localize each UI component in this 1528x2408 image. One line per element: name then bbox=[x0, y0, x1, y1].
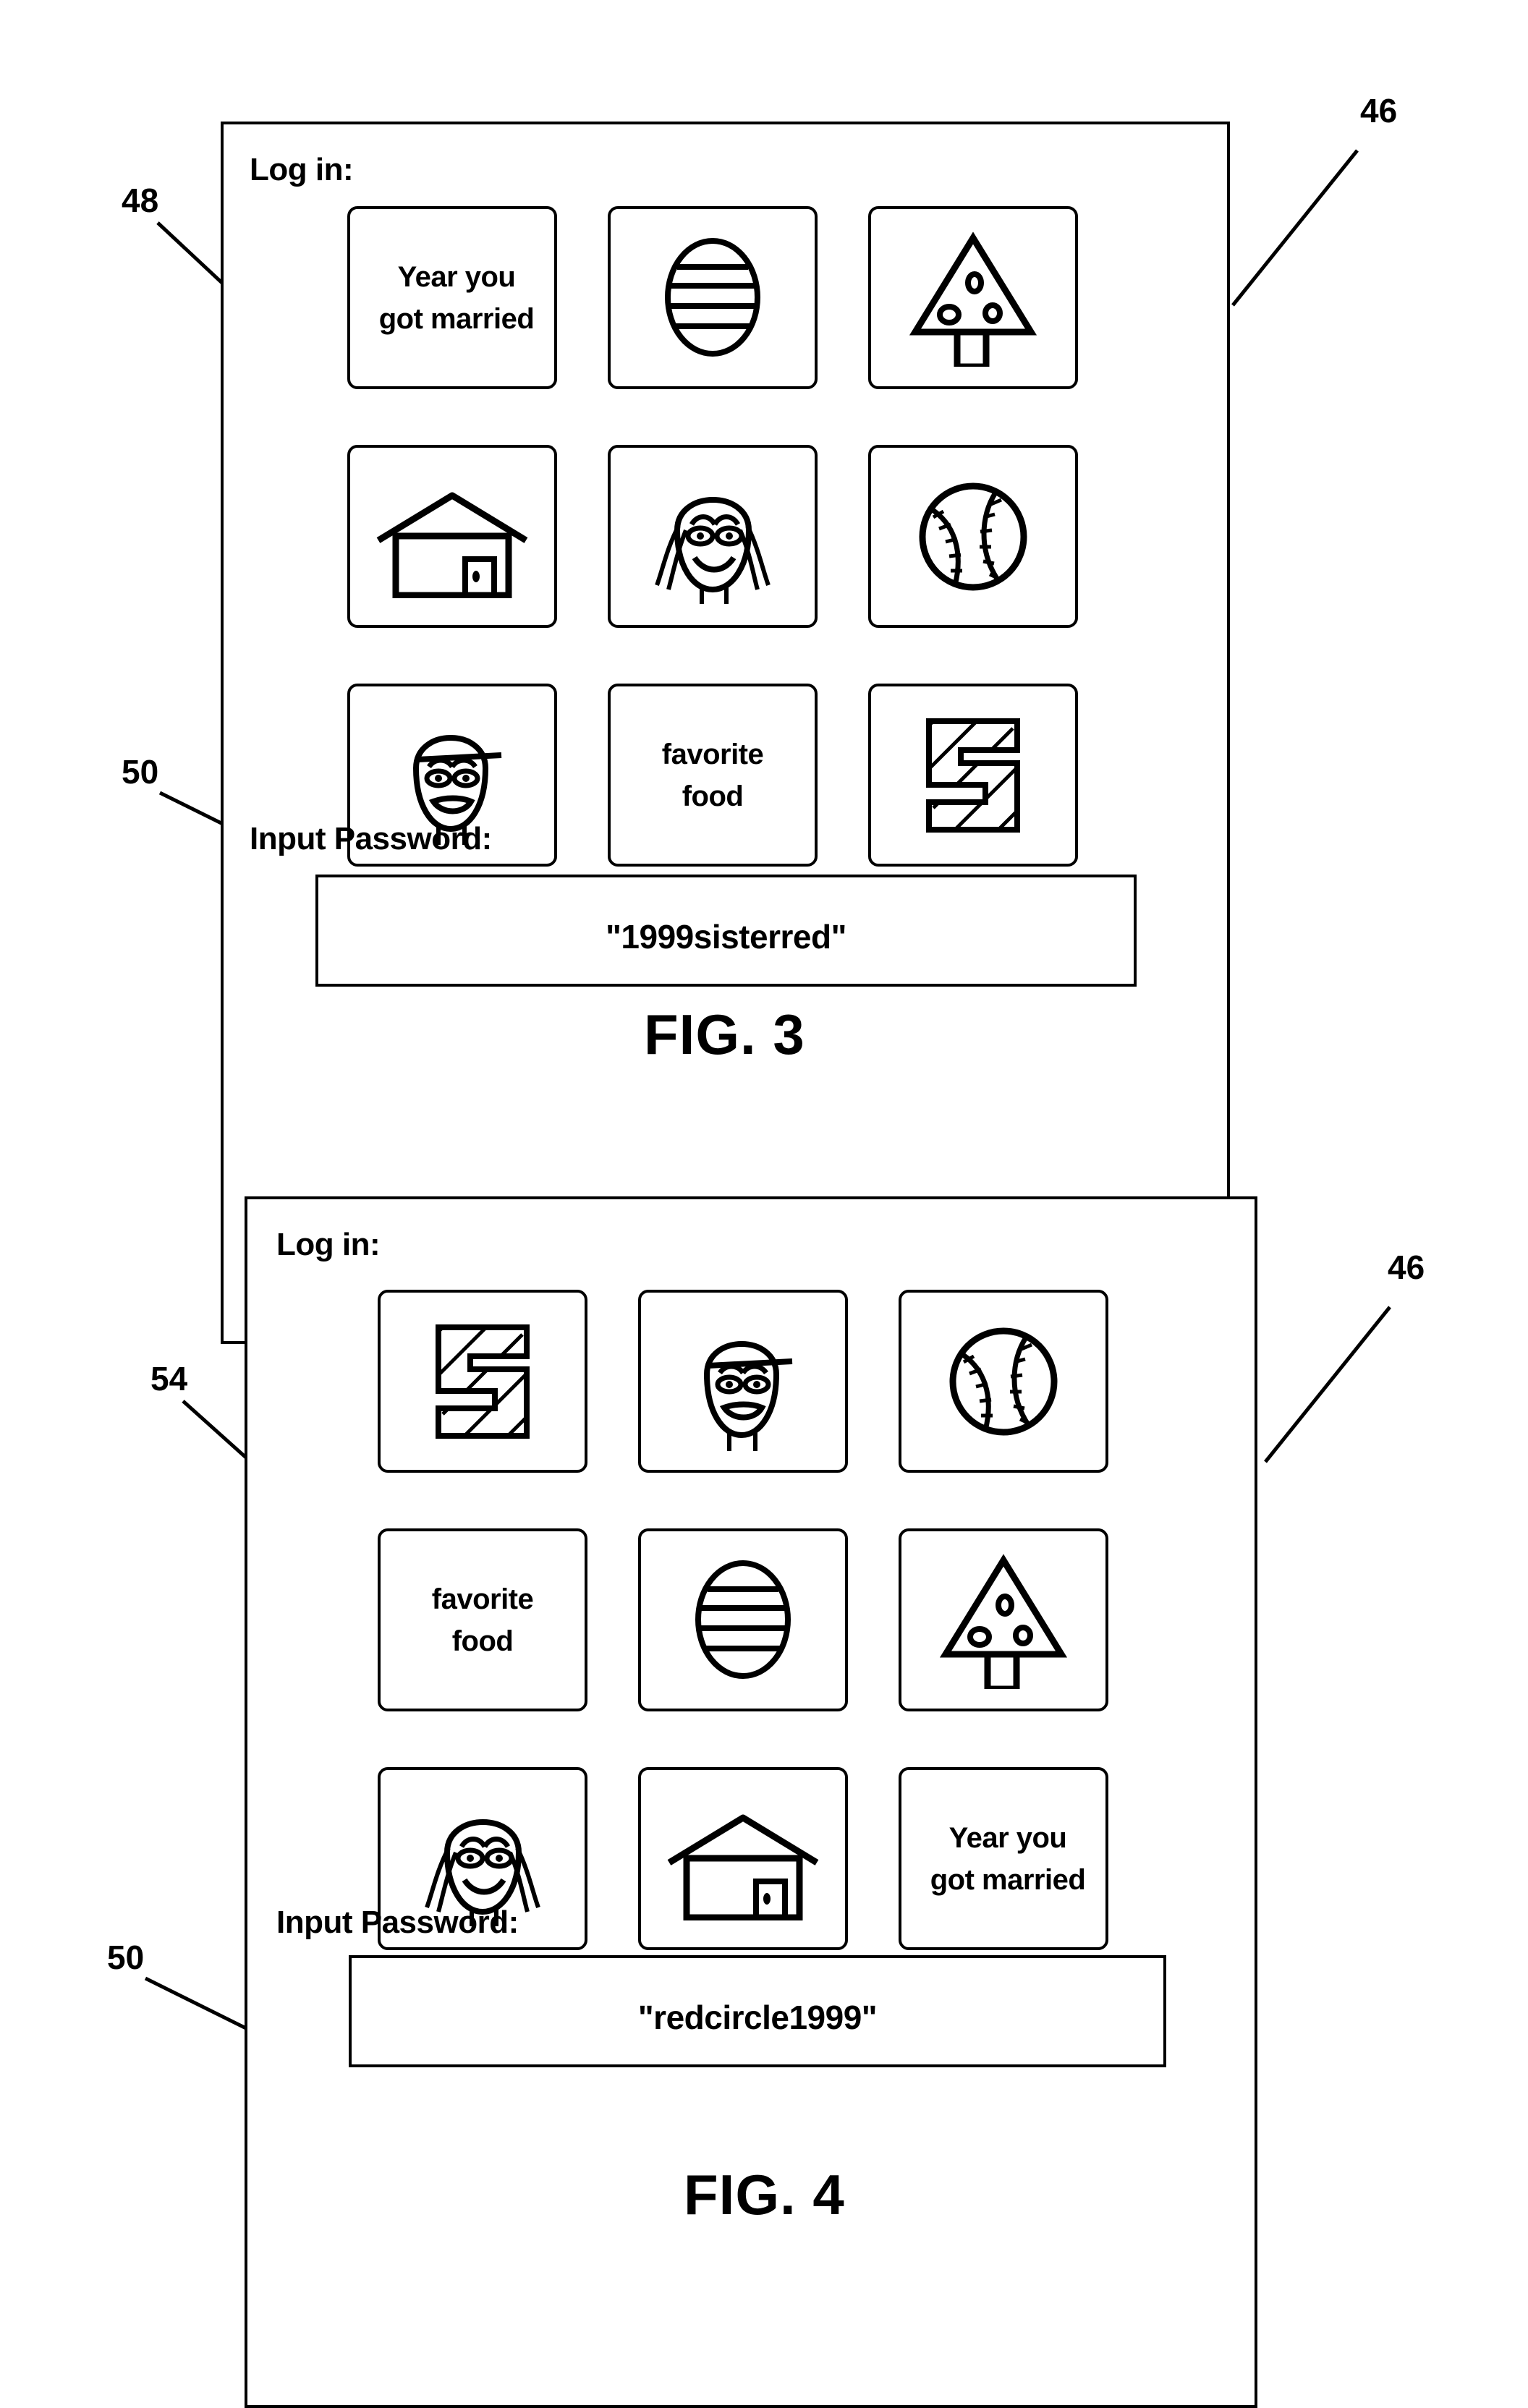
house-icon bbox=[376, 492, 528, 598]
tile-label: Year you got married bbox=[359, 256, 554, 340]
tile-label-line1: favorite bbox=[431, 1583, 534, 1615]
tile-christmas-tree[interactable] bbox=[899, 1528, 1108, 1711]
tile-christmas-tree[interactable] bbox=[868, 206, 1078, 389]
ref-numeral-50: 50 bbox=[107, 1939, 145, 1976]
tile-striped-circle[interactable] bbox=[638, 1528, 848, 1711]
baseball-icon bbox=[919, 482, 1027, 590]
tile-favorite-food[interactable]: favorite food bbox=[608, 684, 818, 867]
tile-label-line2: food bbox=[682, 780, 744, 812]
ref-numeral-46: 46 bbox=[1360, 92, 1398, 129]
ref-numeral-54: 54 bbox=[150, 1360, 188, 1397]
login-heading: Log in: bbox=[250, 152, 354, 187]
tile-label-line1: Year you bbox=[948, 1821, 1067, 1854]
christmas-tree-icon bbox=[909, 231, 1037, 367]
tile-label: Year you got married bbox=[910, 1817, 1105, 1901]
ref-numeral-48: 48 bbox=[122, 182, 159, 219]
figure-3: 46 48 50 52 Log in: Year you got married bbox=[0, 0, 1528, 1344]
tile-label: favorite food bbox=[662, 733, 764, 817]
password-value: "1999sisterred" bbox=[606, 917, 846, 956]
tile-baseball[interactable] bbox=[899, 1290, 1108, 1473]
password-value: "redcircle1999" bbox=[637, 1998, 878, 2036]
tile-favorite-food[interactable]: favorite food bbox=[378, 1528, 587, 1711]
image-password-tile-grid: Year you got married favorite food bbox=[347, 206, 1078, 867]
tile-label-line2: got married bbox=[930, 1863, 1086, 1896]
tile-year-you-got-married[interactable]: Year you got married bbox=[899, 1767, 1108, 1950]
password-heading: Input Password: bbox=[250, 821, 492, 856]
tile-label-line1: Year you bbox=[397, 260, 516, 293]
striped-circle-icon bbox=[695, 1560, 791, 1679]
baseball-icon bbox=[949, 1327, 1058, 1435]
password-input[interactable]: "redcircle1999" bbox=[349, 1955, 1166, 2067]
ref-numeral-46: 46 bbox=[1388, 1248, 1425, 1286]
tile-block-digit-five[interactable] bbox=[378, 1290, 587, 1473]
tile-house[interactable] bbox=[638, 1767, 848, 1950]
block-digit-five-icon bbox=[436, 1324, 530, 1439]
leader-line-panel-ref-fig3 bbox=[1231, 149, 1359, 307]
tile-label-line1: favorite bbox=[661, 738, 764, 770]
leader-line-panel-ref-fig4 bbox=[1264, 1306, 1391, 1463]
login-heading: Log in: bbox=[276, 1227, 381, 1262]
tile-house[interactable] bbox=[347, 445, 557, 628]
tile-striped-circle[interactable] bbox=[608, 206, 818, 389]
block-digit-five-icon bbox=[926, 718, 1020, 833]
password-heading: Input Password: bbox=[276, 1905, 519, 1940]
tile-baseball[interactable] bbox=[868, 445, 1078, 628]
striped-circle-icon bbox=[665, 238, 760, 357]
tile-label-line2: got married bbox=[378, 302, 535, 335]
tile-woman-face[interactable] bbox=[608, 445, 818, 628]
figure-caption: FIG. 3 bbox=[644, 1003, 805, 1066]
man-with-cap-face-icon bbox=[703, 1341, 793, 1451]
tile-block-digit-five[interactable] bbox=[868, 684, 1078, 867]
figure-4: 46 54 50 56 Log in: bbox=[0, 1120, 1528, 2408]
ref-numeral-50: 50 bbox=[122, 753, 159, 791]
tile-year-you-got-married[interactable]: Year you got married bbox=[347, 206, 557, 389]
christmas-tree-icon bbox=[939, 1553, 1068, 1689]
tile-man-with-cap-face[interactable] bbox=[638, 1290, 848, 1473]
woman-face-icon bbox=[654, 496, 771, 604]
house-icon bbox=[667, 1814, 819, 1920]
figure-caption: FIG. 4 bbox=[684, 2163, 845, 2226]
password-input[interactable]: "1999sisterred" bbox=[315, 875, 1137, 987]
tile-label: favorite food bbox=[432, 1578, 534, 1662]
tile-label-line2: food bbox=[451, 1625, 514, 1657]
image-password-tile-grid: favorite food Year you got married bbox=[378, 1290, 1108, 1950]
